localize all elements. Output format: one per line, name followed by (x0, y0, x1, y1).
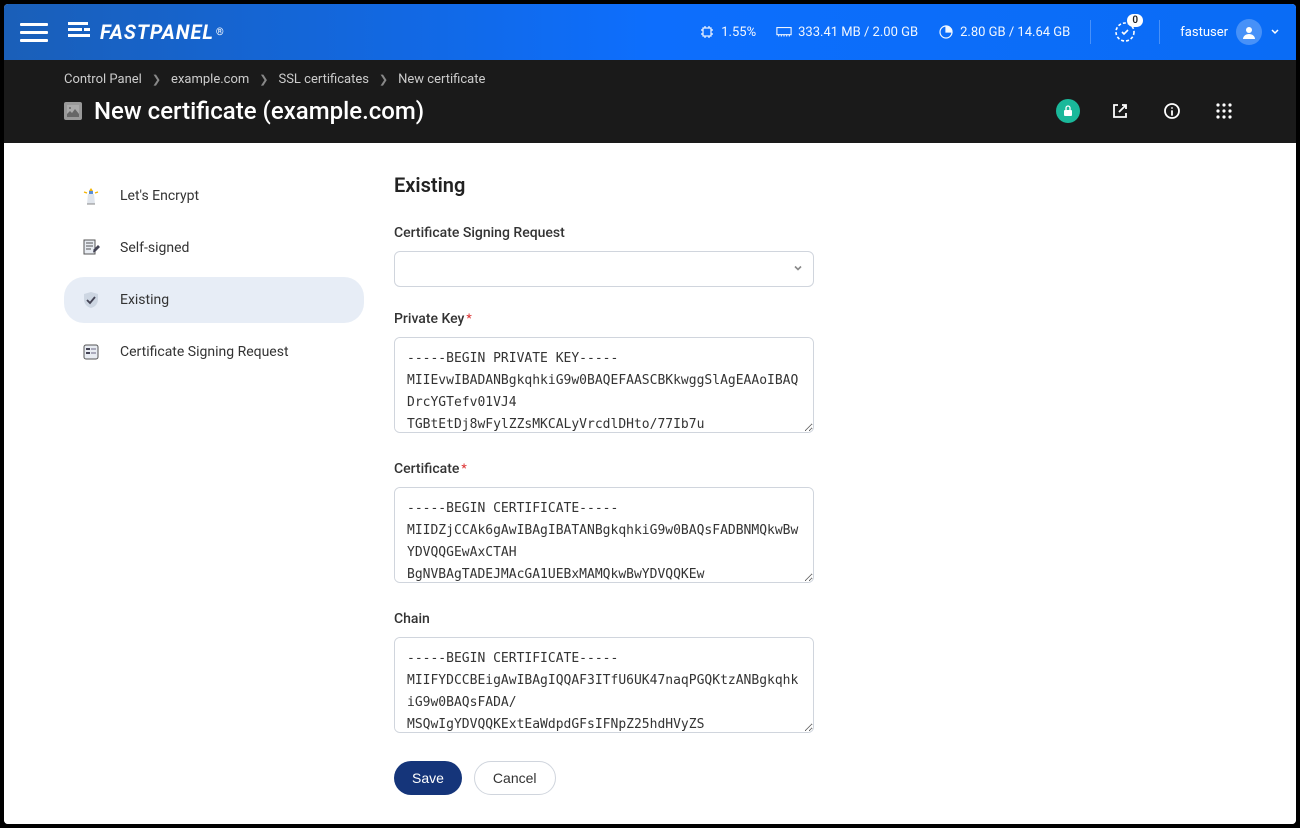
ram-stat: 333.41 MB / 2.00 GB (776, 24, 918, 40)
breadcrumb-item[interactable]: New certificate (398, 72, 485, 87)
username-label: fastuser (1180, 25, 1228, 40)
form-heading: Existing (394, 173, 814, 197)
nav-item-lets-encrypt[interactable]: Let's Encrypt (64, 173, 364, 219)
cpu-icon (699, 24, 715, 40)
nav-item-existing[interactable]: Existing (64, 277, 364, 323)
disk-stat: 2.80 GB / 14.64 GB (938, 24, 1070, 40)
form-area: Existing Certificate Signing Request Pri… (394, 173, 814, 794)
external-link-icon[interactable] (1108, 99, 1132, 123)
document-edit-icon (80, 237, 102, 259)
breadcrumb-item[interactable]: SSL certificates (278, 72, 368, 87)
info-icon[interactable] (1160, 99, 1184, 123)
csr-label: Certificate Signing Request (394, 225, 814, 241)
cpu-value: 1.55% (721, 25, 756, 40)
form-icon (80, 341, 102, 363)
csr-select[interactable] (394, 251, 814, 287)
lock-action-icon[interactable] (1056, 99, 1080, 123)
brand-text: FASTPANEL (100, 20, 214, 44)
page-title-text: New certificate (example.com) (94, 97, 424, 125)
cpu-stat: 1.55% (699, 24, 756, 40)
divider (1090, 20, 1091, 44)
chain-input[interactable] (394, 637, 814, 733)
top-header: FASTPANEL® 1.55% 333.41 MB / 2.00 GB 2.8… (4, 4, 1296, 60)
disk-icon (938, 24, 954, 40)
brand-logo[interactable]: FASTPANEL® (68, 20, 225, 44)
hamburger-menu-icon[interactable] (20, 18, 48, 46)
main-content: Let's Encrypt Self-signed Existing Certi… (4, 143, 1296, 824)
nav-label: Self-signed (120, 240, 189, 256)
shield-check-icon (80, 289, 102, 311)
certificate-label: Certificate* (394, 461, 814, 477)
chevron-down-icon (1270, 27, 1280, 37)
image-icon (64, 102, 82, 120)
ram-value: 333.41 MB / 2.00 GB (798, 25, 918, 40)
cancel-button[interactable]: Cancel (474, 761, 556, 795)
page-title: New certificate (example.com) (64, 97, 424, 125)
chevron-right-icon: ❯ (379, 73, 388, 86)
notification-badge: 0 (1127, 14, 1143, 27)
nav-item-self-signed[interactable]: Self-signed (64, 225, 364, 271)
nav-label: Let's Encrypt (120, 188, 199, 204)
avatar-icon (1236, 19, 1262, 45)
breadcrumb: Control Panel ❯ example.com ❯ SSL certif… (64, 72, 1236, 87)
save-button[interactable]: Save (394, 761, 462, 795)
notifications-button[interactable]: 0 (1111, 18, 1139, 46)
chevron-right-icon: ❯ (152, 73, 161, 86)
breadcrumb-item[interactable]: example.com (171, 72, 249, 87)
certificate-input[interactable] (394, 487, 814, 583)
nav-label: Existing (120, 292, 169, 308)
apps-grid-icon[interactable] (1212, 99, 1236, 123)
nav-label: Certificate Signing Request (120, 344, 289, 360)
private-key-label: Private Key* (394, 311, 814, 327)
ram-icon (776, 24, 792, 40)
lighthouse-icon (80, 185, 102, 207)
disk-value: 2.80 GB / 14.64 GB (960, 25, 1070, 40)
sub-header: Control Panel ❯ example.com ❯ SSL certif… (4, 60, 1296, 143)
divider (1159, 20, 1160, 44)
user-menu[interactable]: fastuser (1180, 19, 1280, 45)
side-nav: Let's Encrypt Self-signed Existing Certi… (64, 173, 364, 794)
chain-label: Chain (394, 611, 814, 627)
chevron-right-icon: ❯ (259, 73, 268, 86)
breadcrumb-item[interactable]: Control Panel (64, 72, 142, 87)
private-key-input[interactable] (394, 337, 814, 433)
nav-item-csr[interactable]: Certificate Signing Request (64, 329, 364, 375)
